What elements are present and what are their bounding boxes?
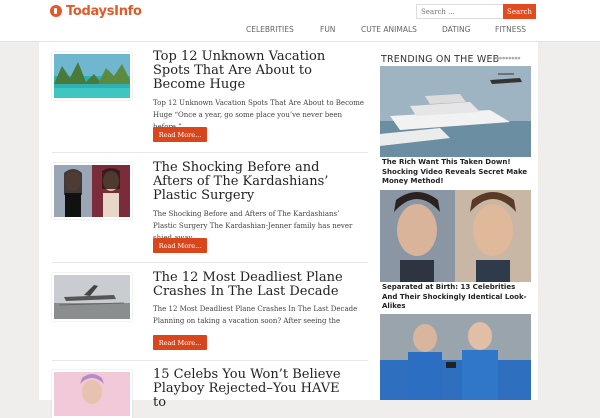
nav-fitness[interactable]: FITNESS (495, 25, 526, 34)
trending-image[interactable] (380, 314, 531, 400)
trending-caption[interactable]: Separated at Birth: 13 Celebrities And T… (382, 283, 532, 312)
site-header: TodaysInfo Search CELEBRITIES FUN CUTE A… (0, 0, 600, 42)
nav-dating[interactable]: DATING (442, 25, 470, 34)
search-button[interactable]: Search (503, 4, 536, 19)
article-thumbnail[interactable] (52, 163, 132, 219)
trending-title: TRENDING ON THE WEB (381, 54, 500, 65)
sponsored-label: ●●●●●●●● (496, 56, 521, 60)
article-excerpt: The 12 Most Deadliest Plane Crashes In T… (153, 305, 358, 325)
divider (52, 360, 368, 361)
article-title[interactable]: The 12 Most Deadliest Plane Crashes In T… (153, 271, 353, 299)
search-input[interactable] (416, 4, 508, 19)
nav-fun[interactable]: FUN (320, 25, 335, 34)
divider (52, 262, 368, 263)
divider (52, 152, 368, 153)
site-logo[interactable]: TodaysInfo (50, 3, 142, 19)
logo-icon (50, 5, 62, 17)
trending-caption[interactable]: The Rich Want This Taken Down! Shocking … (382, 158, 532, 187)
article-title[interactable]: Top 12 Unknown Vacation Spots That Are A… (153, 50, 353, 92)
article-title[interactable]: The Shocking Before and Afters of The Ka… (153, 161, 353, 203)
read-more-button[interactable]: Read More... (153, 238, 207, 253)
trending-image[interactable] (380, 66, 531, 157)
read-more-button[interactable]: Read More... (153, 127, 207, 142)
read-more-button[interactable]: Read More... (153, 335, 207, 350)
nav-cute-animals[interactable]: CUTE ANIMALS (361, 25, 417, 34)
article-title[interactable]: 15 Celebs You Won’t Believe Playboy Reje… (153, 368, 353, 410)
logo-text: TodaysInfo (66, 3, 142, 19)
article-thumbnail[interactable] (52, 370, 132, 418)
article-thumbnail[interactable] (52, 52, 132, 100)
trending-image[interactable] (380, 190, 531, 282)
article-thumbnail[interactable] (52, 273, 132, 321)
nav-celebrities[interactable]: CELEBRITIES (246, 25, 294, 34)
